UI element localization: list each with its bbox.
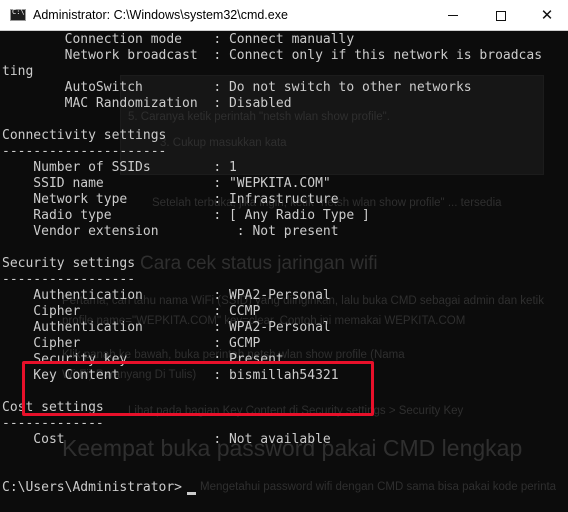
console-line: Radio type : [ Any Radio Type ] <box>2 208 370 223</box>
section-heading: Security settings <box>2 256 136 271</box>
command-prompt[interactable]: C:\Users\Administrator> <box>2 480 182 496</box>
text-cursor <box>187 492 196 495</box>
section-heading: Connectivity settings <box>2 128 167 143</box>
console-line: Authentication : WPA2-Personal <box>2 320 331 335</box>
cmd-icon <box>10 8 26 21</box>
console-line: Vendor extension : Not present <box>2 224 339 239</box>
console-line: AutoSwitch : Do not switch to other netw… <box>2 80 472 95</box>
section-divider: --------------------- <box>2 144 167 159</box>
minimize-icon <box>448 15 458 16</box>
console-line: Authentication : WPA2-Personal <box>2 288 331 303</box>
section-divider: ----------------- <box>2 272 136 287</box>
ghost-text: Mengetahui password wifi dengan CMD sama… <box>200 481 563 493</box>
console-line: MAC Randomization : Disabled <box>2 96 292 111</box>
close-button[interactable]: ✕ <box>524 0 568 31</box>
console-line: Cost : Not available <box>2 432 331 447</box>
minimize-button[interactable] <box>430 0 476 31</box>
console-line: Cipher : GCMP <box>2 336 261 351</box>
key-content-highlight <box>22 361 374 416</box>
section-divider: ------------- <box>2 416 104 431</box>
window-title: Administrator: C:\Windows\system32\cmd.e… <box>33 8 288 22</box>
maximize-button[interactable] <box>478 0 524 31</box>
console-line: Connection mode : Connect manually <box>2 32 355 47</box>
title-bar[interactable]: Administrator: C:\Windows\system32\cmd.e… <box>0 0 568 31</box>
maximize-icon <box>496 10 506 21</box>
console-line: SSID name : "WEPKITA.COM" <box>2 176 331 191</box>
console-line: Cipher : CCMP <box>2 304 261 319</box>
console-line: ting <box>2 64 34 79</box>
console-line: Number of SSIDs : 1 <box>2 160 237 175</box>
ghost-heading: Cara cek status jaringan wifi <box>140 253 378 274</box>
console-line: Network broadcast : Connect only if this… <box>2 48 543 63</box>
ghost-text: 5. Caranya ketik perintah "netsh wlan sh… <box>128 111 390 123</box>
ghost-text: 3. Cukup masukkan kata <box>160 137 287 149</box>
console-scrollbar[interactable] <box>556 31 568 512</box>
console-output[interactable]: 5. Caranya ketik perintah "netsh wlan sh… <box>0 31 568 512</box>
close-icon: ✕ <box>540 6 554 24</box>
console-line: Network type : Infrastructure <box>2 192 339 207</box>
